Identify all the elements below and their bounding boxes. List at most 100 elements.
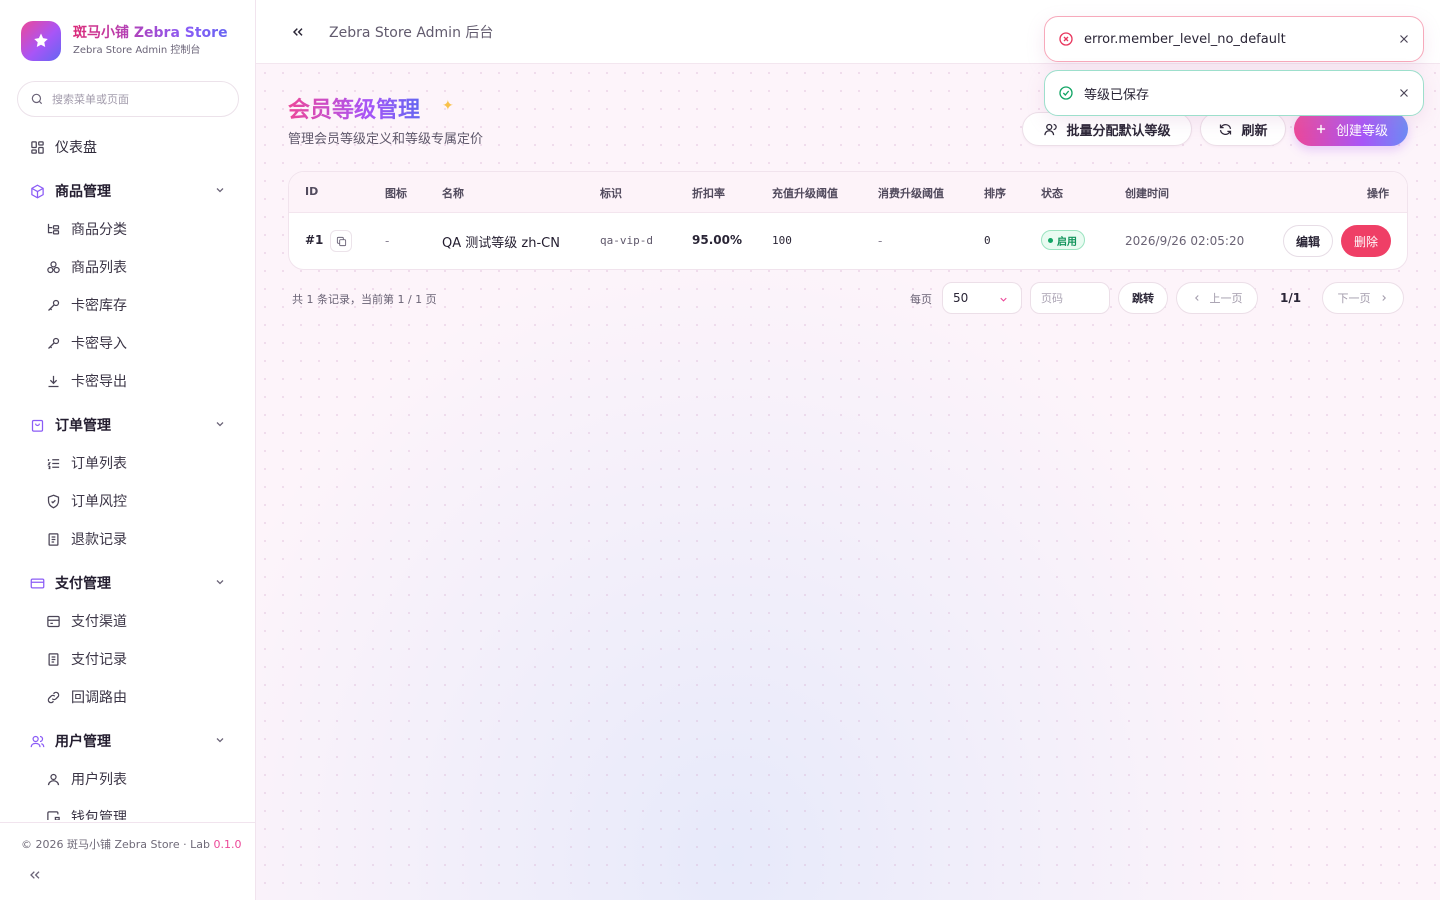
refresh-button[interactable]: 刷新: [1200, 112, 1286, 146]
download-icon: [45, 373, 61, 389]
sidebar-item-card-import[interactable]: 卡密导入: [16, 325, 240, 361]
chevron-left-icon: [1194, 295, 1199, 301]
sidebar: 斑马小铺 Zebra Store Zebra Store Admin 控制台 仪…: [0, 0, 256, 900]
folder-tree-icon: [45, 221, 61, 237]
link-icon: [45, 689, 61, 705]
sidebar-item-product-list[interactable]: 商品列表: [16, 249, 240, 285]
sidebar-item-refunds[interactable]: 退款记录: [16, 521, 240, 557]
close-icon[interactable]: [1397, 32, 1411, 46]
next-page-label: 下一页: [1337, 292, 1371, 305]
shopping-bag-icon: [29, 417, 45, 433]
copyright-text: © 2026 斑马小铺 Zebra Store · Lab: [21, 838, 210, 851]
delete-button[interactable]: 删除: [1341, 225, 1391, 257]
wallet-icon: [45, 613, 61, 629]
boxes-icon: [45, 259, 61, 275]
version-number: 0.1.0: [213, 838, 242, 851]
shield-check-icon: [45, 493, 61, 509]
file-text-icon: [45, 531, 61, 547]
sidebar-item-label: 支付渠道: [71, 614, 127, 630]
table-header: ID 图标 名称 标识 折扣率 充值升级阈值 消费升级阈值 排序 状态 创建时间…: [289, 172, 1407, 213]
sidebar-item-dashboard[interactable]: 仪表盘: [16, 129, 240, 165]
per-page-select[interactable]: 50: [942, 282, 1022, 314]
copyright: © 2026 斑马小铺 Zebra Store · Lab 0.1.0: [21, 836, 241, 852]
sidebar-nav: 仪表盘 商品管理 商品分类 商品列表 卡密库存 卡密导入 卡密导出 订单管理 订…: [0, 128, 255, 820]
assign-default-level-button[interactable]: 批量分配默认等级: [1022, 112, 1192, 146]
copy-id-button[interactable]: [330, 230, 352, 252]
search-icon: [31, 93, 43, 105]
success-toast: 等级已保存: [1044, 70, 1424, 116]
sidebar-group-label: 商品管理: [55, 184, 111, 200]
column-header: 状态: [1041, 187, 1063, 200]
search-input[interactable]: [52, 92, 222, 106]
credit-card-icon: [29, 575, 45, 591]
sidebar-item-label: 商品列表: [71, 260, 127, 276]
close-icon[interactable]: [1397, 86, 1411, 100]
toast-message: 等级已保存: [1084, 87, 1150, 103]
file-text-icon: [45, 651, 61, 667]
sidebar-footer: © 2026 斑马小铺 Zebra Store · Lab 0.1.0: [0, 822, 255, 900]
main-content: 会员等级管理 ✦ 管理会员等级定义和等级专属定价 批量分配默认等级 刷新 创建等…: [256, 64, 1440, 900]
menu-search: [17, 81, 239, 117]
collapse-sidebar-icon[interactable]: [27, 867, 43, 883]
sidebar-item-label: 卡密导出: [71, 374, 127, 390]
sidebar-group-products[interactable]: 商品管理: [16, 173, 240, 209]
package-icon: [29, 183, 45, 199]
next-page-button[interactable]: 下一页: [1322, 282, 1404, 314]
level-discount: 95.00%: [692, 233, 742, 247]
column-header: ID: [305, 185, 319, 198]
pagination-summary: 共 1 条记录，当前第 1 / 1 页: [292, 293, 437, 306]
column-header: 消费升级阈值: [878, 187, 944, 200]
member-level-table: ID 图标 名称 标识 折扣率 充值升级阈值 消费升级阈值 排序 状态 创建时间…: [288, 171, 1408, 270]
column-header: 折扣率: [692, 187, 725, 200]
sidebar-item-order-risk[interactable]: 订单风控: [16, 483, 240, 519]
sidebar-item-wallets[interactable]: 钱包管理: [16, 799, 240, 820]
sidebar-item-label: 支付记录: [71, 652, 127, 668]
dashboard-icon: [29, 139, 45, 155]
user-icon: [45, 771, 61, 787]
brand[interactable]: 斑马小铺 Zebra Store Zebra Store Admin 控制台: [21, 21, 233, 61]
sidebar-item-card-stock[interactable]: 卡密库存: [16, 287, 240, 323]
edit-button[interactable]: 编辑: [1283, 225, 1333, 257]
status-label: 启用: [1057, 236, 1077, 248]
sidebar-item-product-category[interactable]: 商品分类: [16, 211, 240, 247]
level-slug: qa-vip-d: [600, 234, 653, 247]
created-at: 2026/9/26 02:05:20: [1125, 234, 1245, 248]
create-level-button[interactable]: 创建等级: [1294, 112, 1408, 146]
sidebar-group-payments[interactable]: 支付管理: [16, 565, 240, 601]
column-header: 创建时间: [1125, 187, 1169, 200]
sidebar-group-users[interactable]: 用户管理: [16, 723, 240, 759]
status-badge: 启用: [1041, 230, 1085, 250]
prev-page-button[interactable]: 上一页: [1176, 282, 1258, 314]
sidebar-item-label: 卡密导入: [71, 336, 127, 352]
level-name: QA 测试等级 zh-CN: [442, 236, 560, 251]
sidebar-group-label: 用户管理: [55, 734, 111, 750]
collapse-menu-icon[interactable]: [290, 24, 306, 40]
chevron-right-icon: [1381, 295, 1386, 301]
check-circle-icon: [1059, 86, 1073, 100]
sidebar-item-label: 用户列表: [71, 772, 127, 788]
recharge-threshold: 100: [772, 234, 792, 247]
sidebar-item-order-list[interactable]: 订单列表: [16, 445, 240, 481]
brand-subtitle: Zebra Store Admin 控制台: [73, 45, 201, 56]
sidebar-item-label: 订单风控: [71, 494, 127, 510]
current-page: 1/1: [1280, 291, 1302, 305]
page-number-input[interactable]: [1030, 282, 1110, 314]
sidebar-item-pay-records[interactable]: 支付记录: [16, 641, 240, 677]
error-toast: error.member_level_no_default: [1044, 16, 1424, 62]
sidebar-item-card-export[interactable]: 卡密导出: [16, 363, 240, 399]
column-header: 图标: [385, 187, 407, 200]
column-header: 排序: [984, 187, 1006, 200]
sidebar-group-label: 订单管理: [55, 418, 111, 434]
sidebar-item-callback-routes[interactable]: 回调路由: [16, 679, 240, 715]
plus-icon: [1314, 122, 1328, 136]
chevron-down-icon: [216, 738, 224, 743]
level-icon: -: [385, 234, 390, 248]
table-row: #1 - QA 测试等级 zh-CN qa-vip-d 95.00% 100 -…: [289, 213, 1407, 269]
sidebar-item-label: 回调路由: [71, 690, 127, 706]
sidebar-item-user-list[interactable]: 用户列表: [16, 761, 240, 797]
jump-button[interactable]: 跳转: [1118, 282, 1168, 314]
sidebar-group-orders[interactable]: 订单管理: [16, 407, 240, 443]
sidebar-item-pay-channels[interactable]: 支付渠道: [16, 603, 240, 639]
spend-threshold: -: [878, 234, 883, 248]
list-ordered-icon: [45, 455, 61, 471]
